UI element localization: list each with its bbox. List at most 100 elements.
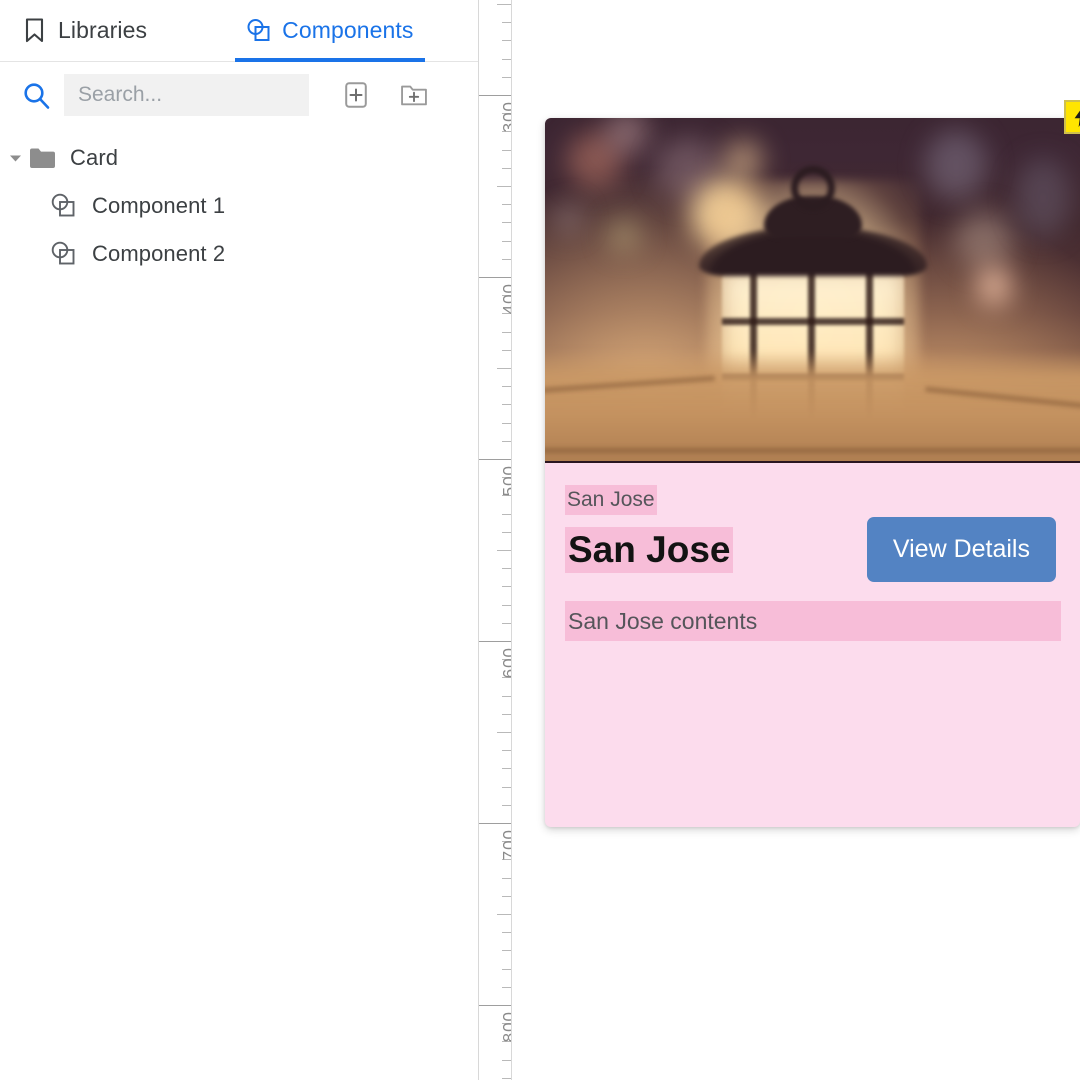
component-icon bbox=[246, 18, 271, 43]
ruler-minor-tick bbox=[502, 532, 511, 533]
ruler-major-tick bbox=[479, 95, 511, 96]
bookmark-icon bbox=[22, 18, 47, 43]
tab-libraries[interactable]: Libraries bbox=[22, 0, 147, 62]
ruler-minor-tick bbox=[502, 750, 511, 751]
left-panel: Libraries Components Search... Card Comp… bbox=[0, 0, 478, 1080]
ruler-minor-tick bbox=[497, 550, 511, 551]
ruler-label: 500 bbox=[499, 465, 512, 497]
ruler-minor-tick bbox=[502, 568, 511, 569]
component-editor-window: Libraries Components Search... Card Comp… bbox=[0, 0, 1080, 1080]
ruler-minor-tick bbox=[502, 805, 511, 806]
ruler-label: 400 bbox=[499, 283, 512, 315]
tree-item-card[interactable]: Card bbox=[0, 134, 478, 182]
ruler-minor-tick bbox=[502, 969, 511, 970]
ruler-major-tick bbox=[479, 823, 511, 824]
card-title: San Jose bbox=[565, 527, 734, 573]
ruler-minor-tick bbox=[502, 22, 511, 23]
ruler-minor-tick bbox=[502, 441, 511, 442]
ruler-minor-tick bbox=[497, 186, 511, 187]
ruler-minor-tick bbox=[502, 987, 511, 988]
ruler-minor-tick bbox=[502, 77, 511, 78]
design-canvas[interactable]: San Jose San Jose View Details San Jose … bbox=[512, 0, 1080, 1080]
tab-components-label: Components bbox=[282, 17, 414, 43]
ruler-minor-tick bbox=[502, 950, 511, 951]
ruler-major-tick bbox=[479, 459, 511, 460]
ruler-minor-tick bbox=[502, 1078, 511, 1079]
card-image bbox=[545, 118, 1080, 463]
tree-item-component-2-label: Component 2 bbox=[92, 241, 226, 266]
ruler-minor-tick bbox=[502, 241, 511, 242]
ruler-minor-tick bbox=[502, 623, 511, 624]
ruler-minor-tick bbox=[502, 714, 511, 715]
card-body: San Jose San Jose View Details San Jose … bbox=[545, 463, 1080, 827]
ruler-minor-tick bbox=[497, 914, 511, 915]
ruler-minor-tick bbox=[502, 350, 511, 351]
tab-components[interactable]: Components bbox=[235, 0, 425, 62]
ruler-minor-tick bbox=[502, 386, 511, 387]
tree-item-card-label: Card bbox=[70, 145, 119, 170]
ruler-minor-tick bbox=[502, 878, 511, 879]
bokeh-light bbox=[553, 204, 583, 234]
card-subtitle: San Jose bbox=[565, 485, 657, 515]
tab-bar: Libraries Components bbox=[0, 0, 478, 62]
ruler-minor-tick bbox=[502, 40, 511, 41]
component-icon bbox=[48, 193, 80, 219]
tree-item-component-1[interactable]: Component 1 bbox=[0, 182, 478, 230]
vertical-ruler[interactable]: 300 400 500 600 700 800 bbox=[478, 0, 512, 1080]
ruler-minor-tick bbox=[502, 586, 511, 587]
card-contents: San Jose contents bbox=[565, 601, 1061, 641]
lightning-bolt-icon[interactable] bbox=[1064, 100, 1080, 134]
ruler-minor-tick bbox=[497, 732, 511, 733]
ruler-major-tick bbox=[479, 1005, 511, 1006]
ruler-minor-tick bbox=[502, 605, 511, 606]
lantern-handle bbox=[790, 166, 835, 210]
table-surface bbox=[545, 351, 1080, 461]
ruler-minor-tick bbox=[502, 1060, 511, 1061]
ruler-minor-tick bbox=[502, 168, 511, 169]
bokeh-light bbox=[1015, 158, 1071, 238]
component-icon bbox=[48, 241, 80, 267]
add-folder-button[interactable] bbox=[400, 81, 428, 109]
tab-libraries-label: Libraries bbox=[58, 17, 148, 43]
panel-actions bbox=[342, 81, 460, 109]
ruler-minor-tick bbox=[502, 259, 511, 260]
card-subtitle-row: San Jose bbox=[565, 485, 1060, 515]
component-tree: Card Component 1 Component 2 bbox=[0, 128, 478, 278]
ruler-minor-tick bbox=[502, 150, 511, 151]
ruler-minor-tick bbox=[502, 768, 511, 769]
ruler-label: 800 bbox=[499, 1011, 512, 1043]
ruler-minor-tick bbox=[502, 423, 511, 424]
folder-icon bbox=[26, 147, 58, 169]
bokeh-light bbox=[977, 266, 1011, 306]
bokeh-light bbox=[925, 130, 987, 200]
ruler-minor-tick bbox=[502, 896, 511, 897]
ruler-minor-tick bbox=[502, 787, 511, 788]
ruler-label: 300 bbox=[499, 101, 512, 133]
ruler-minor-tick bbox=[502, 204, 511, 205]
ruler-major-tick bbox=[479, 641, 511, 642]
ruler-minor-tick bbox=[502, 696, 511, 697]
card-title-row: San Jose View Details bbox=[565, 517, 1060, 582]
ruler-label: 700 bbox=[499, 829, 512, 861]
ruler-minor-tick bbox=[497, 368, 511, 369]
view-details-button[interactable]: View Details bbox=[866, 517, 1056, 582]
ruler-minor-tick bbox=[502, 932, 511, 933]
search-row bbox=[0, 62, 478, 128]
ruler-label: 600 bbox=[499, 647, 512, 679]
ruler-minor-tick bbox=[502, 222, 511, 223]
card-component[interactable]: San Jose San Jose View Details San Jose … bbox=[545, 100, 1080, 827]
add-component-button[interactable] bbox=[342, 81, 370, 109]
tree-item-component-2[interactable]: Component 2 bbox=[0, 230, 478, 278]
ruler-minor-tick bbox=[497, 4, 511, 5]
chevron-down-icon[interactable] bbox=[4, 154, 26, 163]
ruler-minor-tick bbox=[502, 59, 511, 60]
bokeh-light bbox=[955, 210, 1013, 268]
tab-active-underline bbox=[235, 57, 425, 62]
ruler-minor-tick bbox=[502, 514, 511, 515]
search-input[interactable] bbox=[64, 74, 309, 116]
tree-item-component-1-label: Component 1 bbox=[92, 193, 226, 218]
ruler-minor-tick bbox=[502, 404, 511, 405]
ruler-minor-tick bbox=[502, 332, 511, 333]
search-icon[interactable] bbox=[22, 81, 64, 110]
bokeh-light bbox=[607, 218, 641, 252]
